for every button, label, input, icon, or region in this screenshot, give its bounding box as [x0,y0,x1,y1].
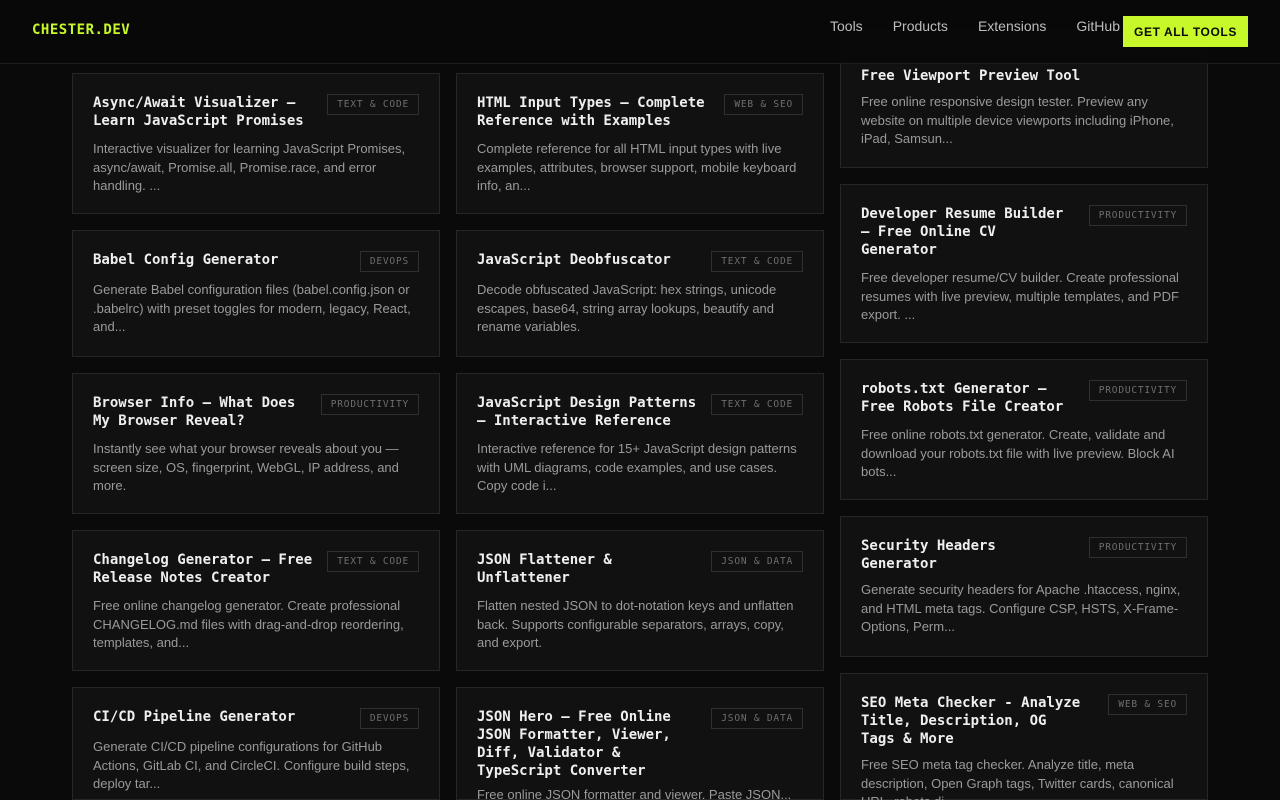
tool-card-changelog-generator[interactable]: Changelog Generator — Free Release Notes… [72,530,440,671]
tool-card-title: JSON Hero — Free Online JSON Formatter, … [477,709,671,779]
category-badge[interactable]: JSON & DATA [711,551,803,572]
category-badge[interactable]: TEXT & CODE [711,251,803,272]
tool-card-description: Free online changelog generator. Create … [93,598,404,650]
tool-card-description: Instantly see what your browser reveals … [93,441,399,493]
tool-card-async-await[interactable]: Async/Await Visualizer — Learn JavaScrip… [72,73,440,214]
tool-card-title: Browser Info — What Does My Browser Reve… [93,395,296,429]
tool-card-json-flattener[interactable]: JSON Flattener & Unflattener JSON & DATA… [456,530,824,671]
tool-card-title: SEO Meta Checker - Analyze Title, Descri… [861,695,1081,747]
tool-card-description: Free online JSON formatter and viewer. P… [477,787,792,800]
tool-card-description: Free SEO meta tag checker. Analyze title… [861,757,1174,800]
category-badge[interactable]: WEB & SEO [724,94,803,115]
tool-card-description: Generate CI/CD pipeline configurations f… [93,739,410,791]
tool-card-title: robots.txt Generator — Free Robots File … [861,381,1064,415]
tool-card-description: Complete reference for all HTML input ty… [477,141,797,193]
category-badge[interactable]: JSON & DATA [711,708,803,729]
tool-card-title: JavaScript Deobfuscator [477,252,671,268]
tool-card-title: JavaScript Design Patterns — Interactive… [477,395,697,429]
category-badge[interactable]: PRODUCTIVITY [1088,380,1187,401]
tool-card-title: CI/CD Pipeline Generator [93,709,296,725]
site-logo[interactable]: CHESTER.DEV [32,22,130,38]
category-badge[interactable]: DEVOPS [359,708,419,729]
tool-card-description: Interactive visualizer for learning Java… [93,141,406,193]
category-badge[interactable]: WEB & SEO [1108,694,1187,715]
category-badge[interactable]: DEVOPS [359,251,419,272]
category-badge[interactable]: TEXT & CODE [327,551,419,572]
tool-card-description: Generate security headers for Apache .ht… [861,582,1181,634]
nav-link-products[interactable]: Products [893,18,948,34]
tool-card-html-input-types[interactable]: HTML Input Types — Complete Reference wi… [456,73,824,214]
nav-link-tools[interactable]: Tools [830,18,863,34]
tool-card-description: Flatten nested JSON to dot-notation keys… [477,598,794,650]
tool-card-description: Interactive reference for 15+ JavaScript… [477,441,797,493]
category-badge[interactable]: TEXT & CODE [327,94,419,115]
tool-card-title: Changelog Generator — Free Release Notes… [93,552,313,586]
tool-card-resume-builder[interactable]: Developer Resume Builder — Free Online C… [840,184,1208,343]
get-all-tools-button[interactable]: GET ALL TOOLS [1123,16,1248,47]
tool-card-title: Security Headers Generator [861,538,996,572]
tool-card-description: Free online robots.txt generator. Create… [861,427,1175,479]
main-nav: Tools Products Extensions GitHub [830,18,1150,34]
category-badge[interactable]: PRODUCTIVITY [1088,205,1187,226]
tool-card-cicd-pipeline[interactable]: CI/CD Pipeline Generator DEVOPS Generate… [72,687,440,800]
tool-card-js-deobfuscator[interactable]: JavaScript Deobfuscator TEXT & CODE Deco… [456,230,824,357]
tool-card-description: Free online responsive design tester. Pr… [861,94,1174,146]
tool-card-description: Decode obfuscated JavaScript: hex string… [477,282,777,334]
category-badge[interactable]: PRODUCTIVITY [320,394,419,415]
tool-card-description: Generate Babel configuration files (babe… [93,282,411,334]
tool-card-title: Free Viewport Preview Tool [861,68,1081,84]
tool-card-json-hero[interactable]: JSON Hero — Free Online JSON Formatter, … [456,687,824,800]
tool-card-babel-config[interactable]: Babel Config Generator DEVOPS Generate B… [72,230,440,357]
category-badge[interactable]: PRODUCTIVITY [1088,537,1187,558]
nav-link-github[interactable]: GitHub [1076,18,1120,34]
tool-card-title: Babel Config Generator [93,252,279,268]
site-header: CHESTER.DEV Tools Products Extensions Gi… [0,0,1280,64]
tool-card-browser-info[interactable]: Browser Info — What Does My Browser Reve… [72,373,440,514]
tool-card-title: JSON Flattener & Unflattener [477,552,612,586]
tool-card-title: Async/Await Visualizer — Learn JavaScrip… [93,95,304,129]
tool-card-seo-meta-checker[interactable]: SEO Meta Checker - Analyze Title, Descri… [840,673,1208,800]
tool-card-title: HTML Input Types — Complete Reference wi… [477,95,705,129]
tool-card-title: Developer Resume Builder — Free Online C… [861,206,1064,258]
tool-card-description: Free developer resume/CV builder. Create… [861,270,1179,322]
tool-card-security-headers[interactable]: Security Headers Generator PRODUCTIVITY … [840,516,1208,657]
tool-card-js-design-patterns[interactable]: JavaScript Design Patterns — Interactive… [456,373,824,514]
nav-link-extensions[interactable]: Extensions [978,18,1046,34]
tool-card-robots-txt[interactable]: robots.txt Generator — Free Robots File … [840,359,1208,500]
category-badge[interactable]: TEXT & CODE [711,394,803,415]
